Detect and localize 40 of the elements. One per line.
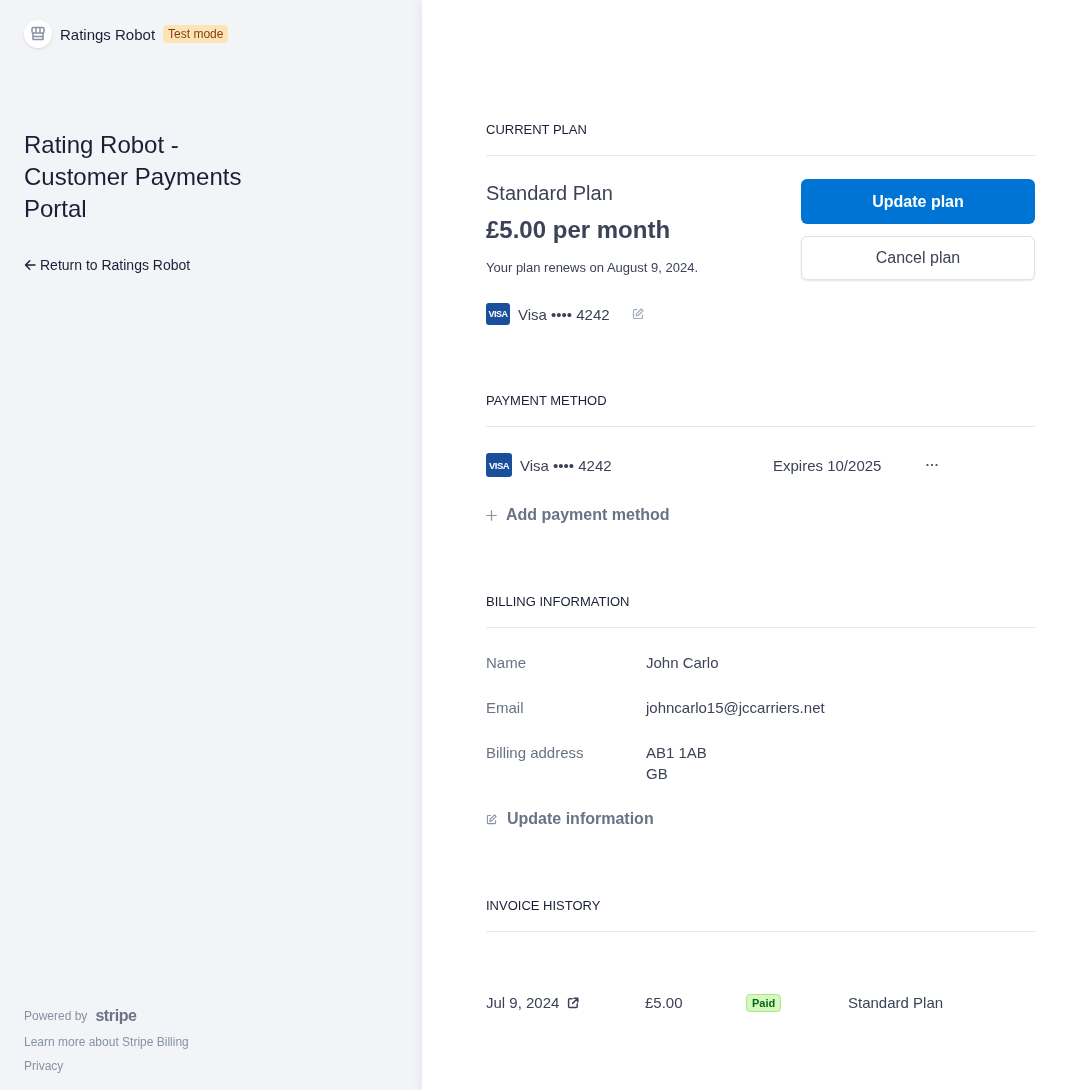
plus-icon xyxy=(486,509,497,521)
field-value: johncarlo15@jccarriers.net xyxy=(646,698,826,718)
update-plan-button[interactable]: Update plan xyxy=(801,179,1035,224)
cancel-plan-button[interactable]: Cancel plan xyxy=(801,236,1035,280)
card-label: Visa •••• 4242 xyxy=(520,456,612,474)
store-icon xyxy=(24,20,52,48)
more-icon[interactable] xyxy=(926,463,938,467)
card-brand-logo: VISA xyxy=(486,453,512,477)
field-value: John Carlo xyxy=(646,653,720,673)
invoice-plan: Standard Plan xyxy=(848,993,945,1013)
section-heading: BILLING INFORMATION xyxy=(486,593,631,611)
arrow-left-icon xyxy=(24,259,36,271)
footer-link[interactable]: Learn more about Stripe Billing xyxy=(24,1034,189,1050)
section-heading: INVOICE HISTORY xyxy=(486,897,602,915)
renewal-text: Your plan renews on August 9, 2024. xyxy=(486,259,698,277)
field-label: Email xyxy=(486,698,525,718)
update-information-link[interactable]: Update information xyxy=(486,808,654,830)
stripe-logo: stripe xyxy=(95,1007,137,1025)
status-badge: Paid xyxy=(746,994,782,1012)
card-brand-logo: VISA xyxy=(486,303,510,325)
powered-by-text: Powered by xyxy=(24,1009,88,1023)
plan-name: Standard Plan xyxy=(486,181,614,206)
field-value: AB1 1AB GB xyxy=(646,743,708,784)
invoice-amount: £5.00 xyxy=(645,993,684,1013)
footer-link[interactable]: Privacy xyxy=(24,1058,64,1074)
return-link[interactable]: Return to Ratings Robot xyxy=(24,255,191,275)
plan-price: £5.00 per month xyxy=(486,215,672,245)
portal-title: Rating Robot - Customer Payments Portal xyxy=(24,130,243,224)
section-heading: CURRENT PLAN xyxy=(486,121,588,139)
business-name: Ratings Robot xyxy=(60,25,156,43)
section-heading: PAYMENT METHOD xyxy=(486,392,608,410)
add-payment-method-link[interactable]: Add payment method xyxy=(486,504,670,526)
card-label: Visa •••• 4242 xyxy=(518,305,610,323)
test-mode-badge: Test mode xyxy=(163,25,229,43)
field-label: Name xyxy=(486,653,527,673)
field-label: Billing address xyxy=(486,743,585,763)
external-link-icon[interactable] xyxy=(567,997,580,1009)
card-expiry: Expires 10/2025 xyxy=(773,456,883,474)
edit-icon xyxy=(486,813,497,825)
invoice-date-link[interactable]: Jul 9, 2024 xyxy=(486,992,560,1014)
